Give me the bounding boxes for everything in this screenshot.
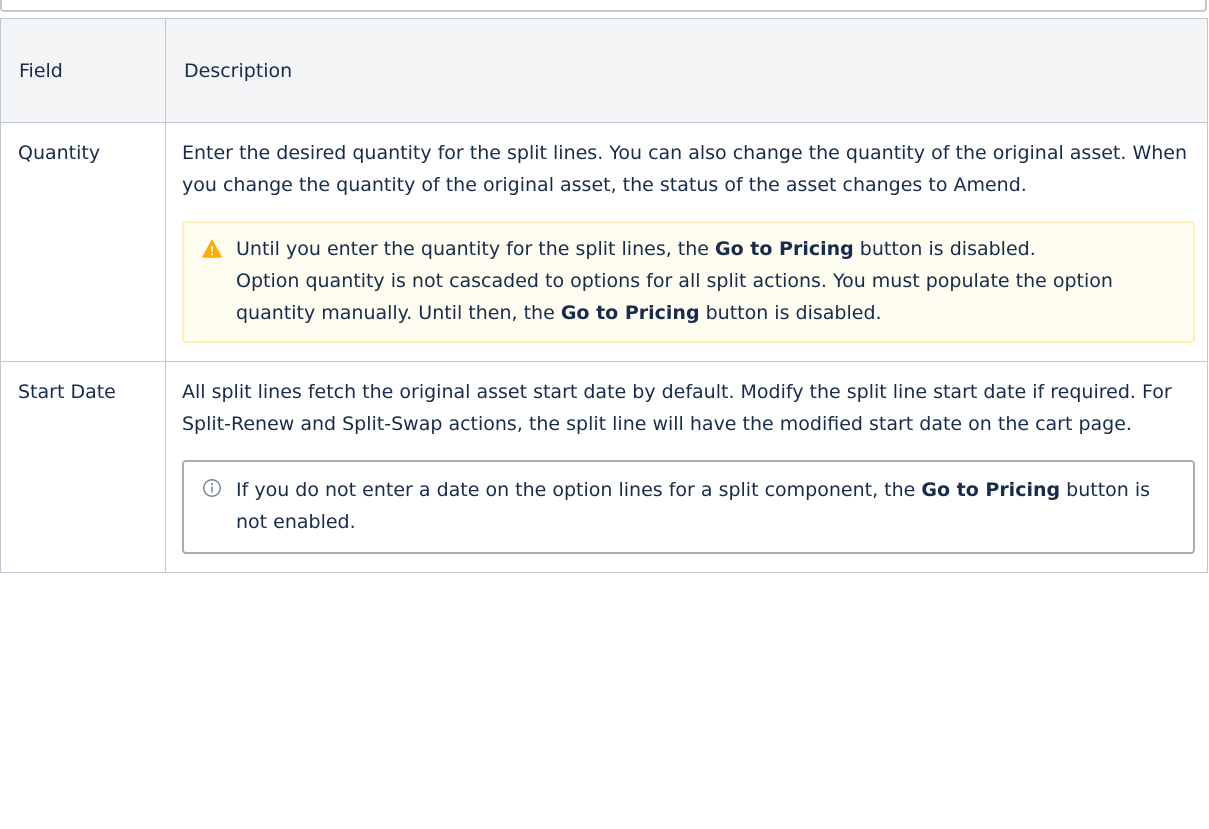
description-text: Enter the desired quantity for the split… xyxy=(182,142,1188,196)
column-header-field: Field xyxy=(0,18,166,123)
info-panel: If you do not enter a date on the option… xyxy=(182,460,1195,554)
document-page: Field Description Quantity Enter the des… xyxy=(0,0,1209,829)
table-header-row: Field Description xyxy=(0,18,1208,123)
field-name-cell: Quantity xyxy=(0,122,166,362)
field-name-cell: Start Date xyxy=(0,361,166,573)
field-description-table: Field Description Quantity Enter the des… xyxy=(0,18,1208,573)
go-to-pricing-label: Go to Pricing xyxy=(715,238,854,260)
table-row: Quantity Enter the desired quantity for … xyxy=(0,122,1208,362)
description-cell: Enter the desired quantity for the split… xyxy=(165,122,1208,362)
table-row: Start Date All split lines fetch the ori… xyxy=(0,361,1208,573)
column-header-description: Description xyxy=(165,18,1208,123)
info-text: If you do not enter a date on the option… xyxy=(236,479,1151,533)
description-text: All split lines fetch the original asset… xyxy=(182,381,1172,435)
warning-panel: Until you enter the quantity for the spl… xyxy=(182,221,1195,343)
field-name: Quantity xyxy=(18,142,101,164)
go-to-pricing-label: Go to Pricing xyxy=(921,479,1061,501)
warning-text: Until you enter the quantity for the spl… xyxy=(236,238,1113,324)
description-cell: All split lines fetch the original asset… xyxy=(165,361,1208,573)
info-icon xyxy=(203,479,221,497)
previous-block-border xyxy=(0,0,1207,12)
warning-icon xyxy=(202,239,222,258)
field-name: Start Date xyxy=(18,381,116,403)
go-to-pricing-label: Go to Pricing xyxy=(560,302,700,324)
